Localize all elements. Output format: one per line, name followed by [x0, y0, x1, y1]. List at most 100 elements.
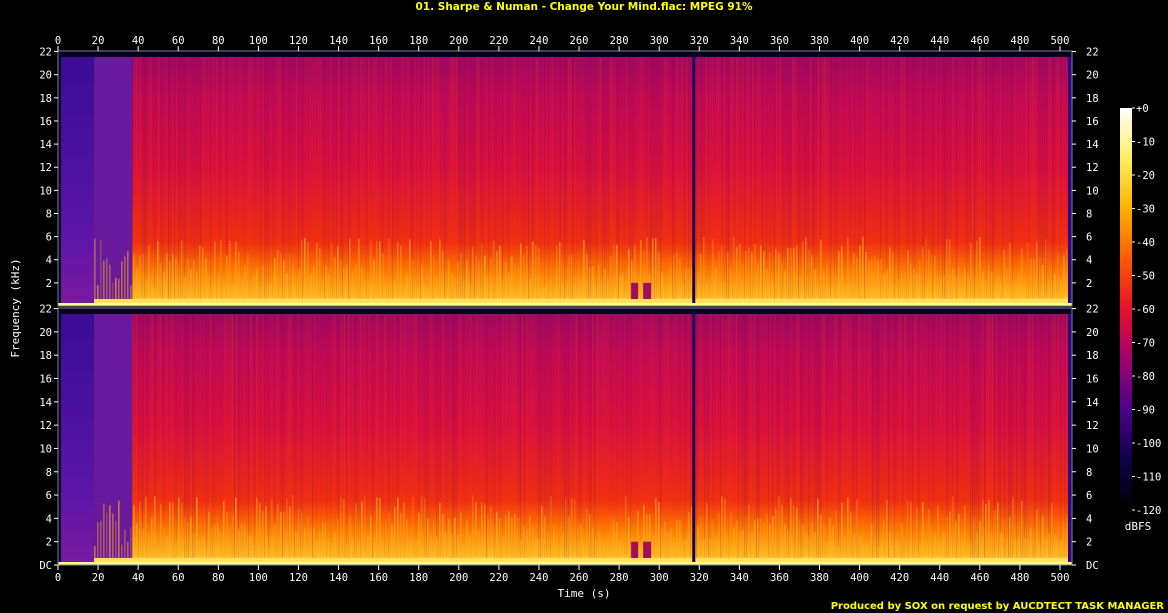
bass-burst — [769, 252, 771, 306]
spectral-texture — [786, 57, 788, 304]
spectral-texture — [604, 57, 606, 304]
bass-burst — [199, 245, 201, 306]
spectral-texture — [990, 57, 992, 304]
spectral-texture — [580, 57, 582, 304]
bass-burst — [985, 504, 987, 565]
spectral-texture — [756, 314, 758, 563]
bass-burst — [976, 240, 978, 306]
spectral-texture — [488, 57, 490, 304]
spectral-texture — [1006, 314, 1008, 563]
y-tick-label: 12 — [1086, 420, 1099, 432]
bass-burst — [790, 248, 792, 306]
spectral-texture — [690, 314, 692, 563]
bass-burst — [532, 241, 534, 306]
spectral-texture — [164, 57, 166, 304]
x-tick-label: 240 — [529, 572, 548, 584]
bass-burst — [235, 497, 237, 565]
spectral-texture — [230, 314, 232, 563]
spectral-texture — [948, 314, 950, 563]
spectral-texture — [474, 314, 475, 563]
bass-burst — [238, 251, 240, 306]
spectral-texture — [224, 57, 226, 304]
bass-burst — [706, 503, 708, 565]
x-tick-label: 20 — [92, 35, 105, 47]
spectral-texture — [1032, 57, 1034, 304]
spectral-texture — [838, 314, 840, 563]
spectral-texture — [960, 57, 962, 304]
spectral-texture — [402, 57, 404, 304]
bass-burst — [925, 237, 927, 306]
spectral-texture — [418, 57, 420, 304]
spectral-texture — [808, 314, 810, 563]
spectral-texture — [1054, 314, 1056, 563]
spectral-texture — [686, 57, 688, 304]
spectral-texture — [250, 314, 252, 563]
spectral-texture — [924, 314, 926, 563]
bass-burst — [1027, 242, 1029, 306]
spectral-texture — [320, 314, 322, 563]
spectral-texture — [932, 314, 934, 563]
bass-burst — [172, 502, 174, 565]
spectral-texture — [1000, 57, 1002, 304]
spectral-texture — [594, 314, 596, 563]
spectral-texture — [372, 314, 374, 563]
spectral-texture — [892, 314, 894, 563]
spectral-texture — [342, 314, 344, 563]
x-tick-label: 140 — [329, 572, 348, 584]
quiet-gap — [631, 541, 639, 559]
spectral-texture — [408, 314, 410, 563]
spectral-texture — [864, 57, 866, 304]
bass-burst — [139, 255, 141, 306]
spectral-texture — [300, 314, 302, 563]
spectral-texture — [716, 57, 718, 304]
spectral-texture — [470, 57, 472, 304]
bass-burst — [820, 514, 822, 565]
spectral-texture — [970, 314, 972, 563]
bass-burst — [103, 503, 105, 565]
bass-burst — [910, 502, 912, 565]
spectral-texture — [906, 314, 908, 563]
y-tick-label: 20 — [1086, 327, 1099, 339]
spectral-texture — [246, 314, 248, 563]
colorbar-tick-label: -10 — [1136, 137, 1155, 149]
spectral-texture — [200, 314, 202, 563]
bass-burst — [475, 255, 477, 306]
spectral-texture — [672, 57, 674, 304]
spectral-texture — [930, 314, 932, 563]
spectral-texture — [584, 314, 586, 563]
bass-burst — [301, 512, 303, 565]
bass-burst — [565, 497, 567, 565]
spectral-texture — [1048, 57, 1050, 304]
y-tick-label: 2 — [46, 537, 52, 549]
bass-burst — [922, 502, 924, 565]
spectral-texture — [690, 57, 692, 304]
spectral-texture — [662, 314, 664, 563]
spectral-texture — [1024, 314, 1026, 563]
bass-burst — [148, 245, 150, 306]
spectral-texture — [204, 57, 206, 304]
spectral-texture — [810, 314, 812, 563]
bass-burst — [493, 240, 495, 306]
spectral-texture — [772, 57, 774, 304]
spectral-texture — [972, 314, 974, 563]
spectral-texture — [998, 57, 999, 304]
bass-burst — [475, 502, 477, 565]
spectral-texture — [238, 314, 240, 563]
spectral-texture — [540, 314, 542, 563]
spectrogram-channel-2 — [57, 307, 1073, 566]
x-tick-label: 260 — [570, 572, 589, 584]
spectral-texture — [682, 314, 684, 563]
spectral-texture — [390, 314, 392, 563]
spectral-texture — [822, 57, 824, 304]
spectral-texture — [234, 57, 235, 304]
spectral-texture — [732, 314, 734, 563]
spectral-texture — [206, 314, 208, 563]
spectral-texture — [392, 57, 394, 304]
spectral-texture — [984, 314, 986, 563]
x-tick-label: 420 — [890, 35, 909, 47]
spectral-texture — [256, 57, 258, 304]
x-tick-label: 200 — [449, 35, 468, 47]
spectral-texture — [452, 57, 454, 304]
bass-burst — [700, 517, 702, 565]
spectral-texture — [624, 57, 626, 304]
